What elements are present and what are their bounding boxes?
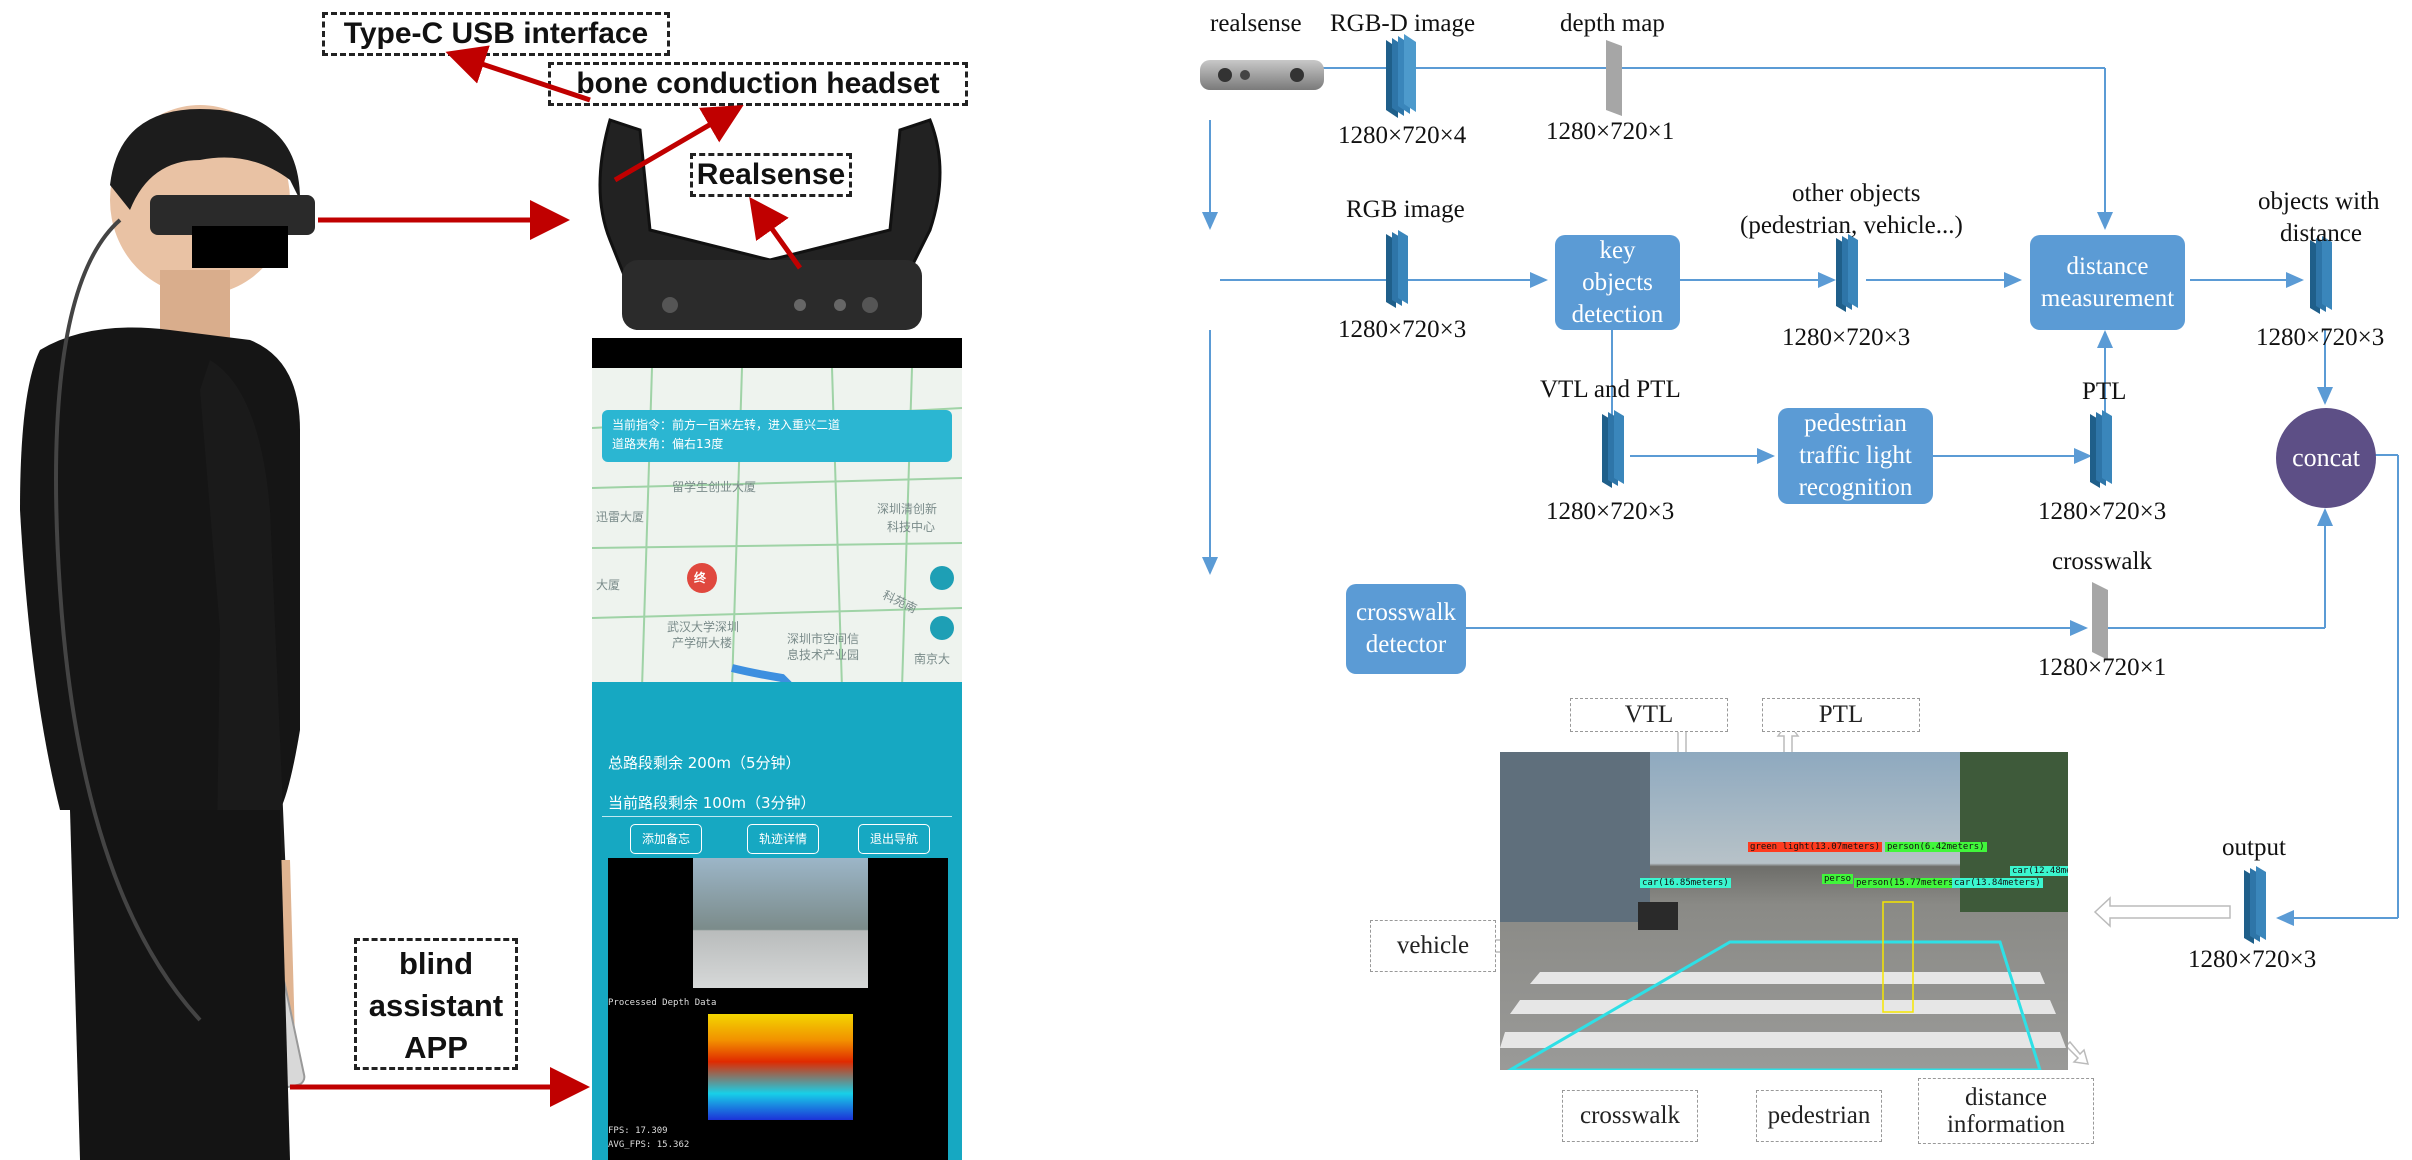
ptl-tag: PTL (1762, 698, 1920, 732)
distance-information-tag: distance information (1918, 1078, 2094, 1144)
tensor-output (2244, 866, 2266, 944)
other-dim-label: 1280×720×3 (1782, 324, 1911, 351)
detection-tag: car(16.85meters) (1640, 878, 1731, 888)
tensor-ptl (2090, 410, 2112, 488)
tensor-crosswalk (2092, 582, 2108, 660)
ptl-label: PTL (2082, 378, 2127, 405)
objects-distance-label: objects with (2258, 188, 2380, 215)
rgbd-dim-label: 1280×720×4 (1338, 122, 1467, 149)
tensor-other (1836, 234, 1858, 312)
box-line: recognition (1798, 474, 1913, 501)
box-line: distance (2066, 252, 2149, 280)
box-line: measurement (2040, 284, 2175, 312)
distance-measurement-box: distance measurement (2030, 235, 2185, 330)
detection-tag: person(6.42meters) (1885, 842, 1987, 852)
detection-tag: perso (1822, 874, 1854, 884)
box-line: detection (1571, 300, 1664, 328)
tensor-depth (1606, 40, 1622, 116)
rgb-dim-label: 1280×720×3 (1338, 316, 1467, 343)
tag-line: information (1946, 1111, 2066, 1138)
detection-tag: green light(13.07meters) (1748, 842, 1883, 852)
key-objects-detection-box: key objects detection (1555, 235, 1680, 330)
obj-dist-dim-label: 1280×720×3 (2256, 324, 2385, 351)
crosswalk-dim-label: 1280×720×1 (2038, 654, 2167, 681)
crosswalk-detector-box: crosswalk detector (1346, 584, 1466, 674)
detection-tag: car(13.84meters) (1952, 878, 2043, 888)
tag-line: distance (1965, 1083, 2047, 1111)
realsense-label: realsense (1210, 10, 1302, 37)
vtl-tag: VTL (1570, 698, 1728, 732)
box-line: traffic light (1799, 442, 1912, 469)
tensor-vtl-ptl (1602, 410, 1624, 488)
detection-tag: person(15.77meters) (1854, 878, 1961, 888)
other-objects-sub-label: (pedestrian, vehicle...) (1740, 212, 1963, 239)
rgbd-image-label: RGB-D image (1330, 10, 1476, 37)
crosswalk-overlay (1500, 901, 2066, 1070)
output-dim-label: 1280×720×3 (2188, 946, 2317, 973)
crosswalk-label: crosswalk (2052, 548, 2152, 575)
vtl-ptl-dim-label: 1280×720×3 (1546, 498, 1675, 525)
vtl-ptl-label: VTL and PTL (1540, 376, 1681, 403)
crosswalk-tag: crosswalk (1562, 1090, 1698, 1142)
tensor-rgb (1386, 230, 1408, 308)
detection-tag: car(12.48me (2010, 866, 2068, 876)
box-line: objects (1582, 268, 1653, 296)
objects-distance-label: distance (2280, 220, 2362, 247)
other-objects-label: other objects (1792, 180, 1921, 207)
box-line: detector (1365, 631, 1447, 658)
box-line: crosswalk (1356, 599, 1456, 626)
rgb-image-label: RGB image (1346, 196, 1465, 223)
pedestrian-tag: pedestrian (1756, 1090, 1882, 1142)
depth-map-label: depth map (1560, 10, 1665, 37)
ptl-dim-label: 1280×720×3 (2038, 498, 2167, 525)
detection-result-image: green light(13.07meters) person(6.42mete… (1500, 752, 2068, 1070)
vehicle-tag: vehicle (1370, 920, 1496, 972)
ptl-recognition-box: pedestrian traffic light recognition (1778, 408, 1933, 504)
tensor-rgbd (1386, 34, 1416, 118)
box-line: key (1599, 236, 1636, 264)
depth-dim-label: 1280×720×1 (1546, 118, 1675, 145)
concat-node: concat (2276, 408, 2376, 508)
output-label: output (2222, 834, 2286, 861)
box-line: pedestrian (1804, 410, 1907, 437)
